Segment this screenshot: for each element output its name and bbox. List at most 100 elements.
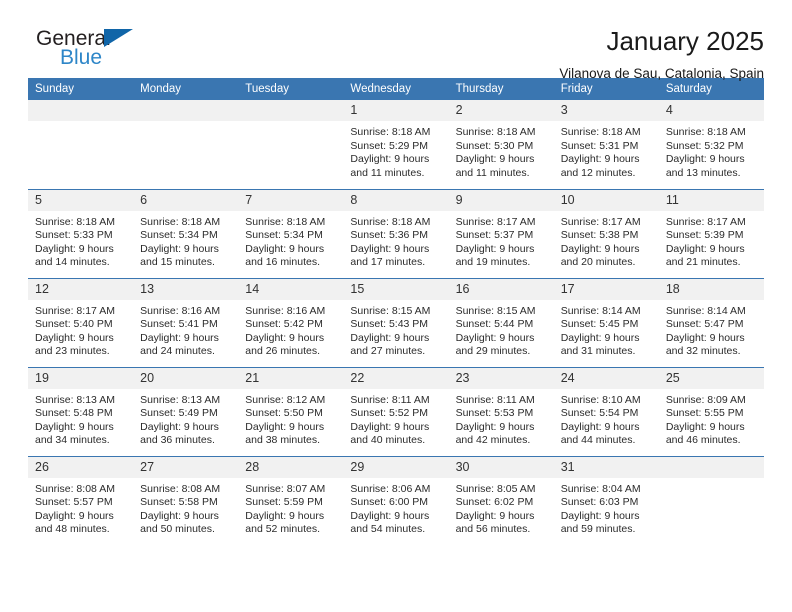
- day-details: Sunrise: 8:08 AM Sunset: 5:58 PM Daylight:…: [133, 478, 238, 537]
- daylight-text-line1: Daylight: 9 hours: [350, 242, 430, 255]
- daylight-text-line1: Daylight: 9 hours: [455, 242, 535, 255]
- weekday-header-sunday: Sunday: [28, 78, 134, 100]
- day-number: 19: [28, 367, 134, 389]
- sunset-text: Sunset: 5:37 PM: [455, 229, 534, 241]
- sunset-text: Sunset: 5:32 PM: [665, 139, 744, 152]
- calendar-day-cell[interactable]: 23 Sunrise: 8:11 AM Sunset: 5:53 PM Dayligh…: [448, 366, 554, 456]
- day-number: 7: [238, 189, 344, 211]
- sunrise-text: Sunrise: 8:18 AM: [455, 126, 536, 138]
- sunset-text: Sunset: 5:41 PM: [140, 318, 218, 330]
- sunrise-text: Sunrise: 8:10 AM: [560, 393, 641, 406]
- daylight-text-line2: and 26 minutes.: [245, 345, 320, 357]
- calendar-day-cell[interactable]: 9 Sunrise: 8:17 AM Sunset: 5:37 PM Daylight…: [448, 188, 554, 278]
- calendar-day-cell[interactable]: 21 Sunrise: 8:12 AM Sunset: 5:50 PM Dayligh…: [238, 366, 344, 456]
- sunset-text: Sunset: 5:53 PM: [455, 407, 534, 419]
- calendar-day-cell[interactable]: 1 Sunrise: 8:18 AM Sunset: 5:29 PM Daylight…: [343, 100, 449, 189]
- daylight-text-line1: Daylight: 9 hours: [245, 509, 325, 522]
- calendar-day-cell[interactable]: 7 Sunrise: 8:18 AM Sunset: 5:34 PM Daylight…: [238, 188, 344, 278]
- calendar-day-cell[interactable]: 30 Sunrise: 8:05 AM Sunset: 6:02 PM Dayligh…: [448, 455, 554, 545]
- daylight-text-line2: and 59 minutes.: [560, 523, 636, 535]
- calendar-day-cell[interactable]: 27 Sunrise: 8:08 AM Sunset: 5:58 PM Dayligh…: [133, 455, 239, 545]
- calendar-day-cell[interactable]: 10 Sunrise: 8:17 AM Sunset: 5:38 PM Dayligh…: [553, 188, 659, 278]
- daylight-text-line2: and 19 minutes.: [455, 256, 531, 268]
- calendar-day-cell[interactable]: 25 Sunrise: 8:09 AM Sunset: 5:55 PM Dayligh…: [658, 366, 764, 456]
- day-number: 1: [343, 100, 449, 121]
- day-details: Sunrise: 8:17 AM Sunset: 5:40 PM Daylight:…: [28, 300, 133, 359]
- calendar-day-cell[interactable]: 2 Sunrise: 8:18 AM Sunset: 5:30 PM Daylight…: [448, 100, 554, 189]
- calendar-day-cell[interactable]: 15 Sunrise: 8:15 AM Sunset: 5:43 PM Dayligh…: [343, 277, 449, 367]
- day-details: Sunrise: 8:18 AM Sunset: 5:34 PM Daylight:…: [238, 211, 343, 270]
- calendar-day-cell[interactable]: 8 Sunrise: 8:18 AM Sunset: 5:36 PM Daylight…: [343, 188, 449, 278]
- calendar-day-cell[interactable]: 4 Sunrise: 8:18 AM Sunset: 5:32 PM Daylight…: [658, 100, 764, 189]
- sunset-text: Sunset: 5:48 PM: [35, 407, 113, 419]
- daylight-text-line2: and 12 minutes.: [560, 166, 636, 179]
- daylight-text-line1: Daylight: 9 hours: [140, 331, 219, 344]
- sunset-text: Sunset: 5:57 PM: [35, 496, 113, 508]
- daylight-text-line2: and 14 minutes.: [35, 256, 110, 268]
- day-details: Sunrise: 8:18 AM Sunset: 5:29 PM Daylight:…: [343, 121, 448, 180]
- calendar-day-cell[interactable]: 19 Sunrise: 8:13 AM Sunset: 5:48 PM Dayligh…: [28, 366, 134, 456]
- day-number: 5: [28, 189, 134, 211]
- daylight-text-line2: and 17 minutes.: [350, 256, 426, 268]
- daylight-text-line1: Daylight: 9 hours: [350, 509, 430, 522]
- logo-text-blue: Blue: [60, 46, 103, 69]
- sunrise-text: Sunrise: 8:08 AM: [35, 482, 115, 495]
- daylight-text-line1: Daylight: 9 hours: [665, 153, 745, 165]
- day-number: 14: [238, 278, 344, 300]
- day-number: 12: [28, 278, 134, 300]
- calendar-day-cell-empty: [658, 455, 764, 545]
- sunset-text: Sunset: 5:36 PM: [350, 229, 429, 241]
- calendar-day-cell[interactable]: 14 Sunrise: 8:16 AM Sunset: 5:42 PM Dayligh…: [238, 277, 344, 367]
- day-details: Sunrise: 8:18 AM Sunset: 5:31 PM Daylight:…: [554, 121, 659, 180]
- daylight-text-line2: and 32 minutes.: [665, 345, 741, 357]
- daylight-text-line1: Daylight: 9 hours: [455, 331, 535, 344]
- sunrise-text: Sunrise: 8:17 AM: [35, 304, 115, 317]
- day-details: Sunrise: 8:06 AM Sunset: 6:00 PM Daylight:…: [343, 478, 448, 537]
- daylight-text-line2: and 29 minutes.: [455, 345, 531, 357]
- calendar-day-cell[interactable]: 18 Sunrise: 8:14 AM Sunset: 5:47 PM Dayligh…: [658, 277, 764, 367]
- calendar-day-cell[interactable]: 16 Sunrise: 8:15 AM Sunset: 5:44 PM Dayligh…: [448, 277, 554, 367]
- sunrise-text: Sunrise: 8:15 AM: [350, 304, 431, 317]
- page-title: January 2025: [606, 26, 764, 56]
- day-number: 28: [238, 456, 344, 478]
- calendar-day-cell[interactable]: 11 Sunrise: 8:17 AM Sunset: 5:39 PM Dayligh…: [658, 188, 764, 278]
- calendar-day-cell[interactable]: 17 Sunrise: 8:14 AM Sunset: 5:45 PM Dayligh…: [553, 277, 659, 367]
- daylight-text-line1: Daylight: 9 hours: [35, 420, 114, 433]
- daylight-text-line2: and 38 minutes.: [245, 434, 320, 446]
- day-number: 3: [553, 100, 659, 121]
- general-blue-logo[interactable]: General Blue: [28, 26, 148, 72]
- day-number: 9: [448, 189, 554, 211]
- calendar-day-cell[interactable]: 31 Sunrise: 8:04 AM Sunset: 6:03 PM Dayligh…: [553, 455, 659, 545]
- daylight-text-line2: and 44 minutes.: [560, 434, 636, 446]
- day-number: 30: [448, 456, 554, 478]
- sunset-text: Sunset: 5:55 PM: [665, 407, 744, 419]
- weekday-header-monday: Monday: [133, 78, 239, 100]
- daylight-text-line2: and 56 minutes.: [455, 523, 531, 535]
- sunrise-text: Sunrise: 8:04 AM: [560, 482, 641, 495]
- daylight-text-line2: and 15 minutes.: [140, 256, 215, 268]
- calendar-grid: Sunday Monday Tuesday Wednesday Thursday…: [28, 78, 764, 545]
- daylight-text-line2: and 31 minutes.: [560, 345, 636, 357]
- title-block: January 2025 Vilanova de Sau, Catalonia,…: [559, 26, 764, 83]
- calendar-day-cell[interactable]: 28 Sunrise: 8:07 AM Sunset: 5:59 PM Dayligh…: [238, 455, 344, 545]
- calendar-day-cell[interactable]: 29 Sunrise: 8:06 AM Sunset: 6:00 PM Dayligh…: [343, 455, 449, 545]
- day-number: 4: [658, 100, 764, 121]
- daylight-text-line2: and 42 minutes.: [455, 434, 531, 446]
- calendar-day-cell[interactable]: 24 Sunrise: 8:10 AM Sunset: 5:54 PM Dayligh…: [553, 366, 659, 456]
- calendar-day-cell[interactable]: 20 Sunrise: 8:13 AM Sunset: 5:49 PM Dayligh…: [133, 366, 239, 456]
- calendar-day-cell[interactable]: 5 Sunrise: 8:18 AM Sunset: 5:33 PM Daylight…: [28, 188, 134, 278]
- calendar-day-cell-empty: [238, 100, 344, 189]
- sunset-text: Sunset: 6:03 PM: [560, 496, 639, 508]
- sunset-text: Sunset: 6:02 PM: [455, 496, 534, 508]
- calendar-day-cell[interactable]: 3 Sunrise: 8:18 AM Sunset: 5:31 PM Daylight…: [553, 100, 659, 189]
- daylight-text-line1: Daylight: 9 hours: [560, 509, 640, 522]
- calendar-day-cell[interactable]: 13 Sunrise: 8:16 AM Sunset: 5:41 PM Dayligh…: [133, 277, 239, 367]
- calendar-day-cell-empty: [28, 100, 134, 189]
- calendar-day-cell[interactable]: 6 Sunrise: 8:18 AM Sunset: 5:34 PM Daylight…: [133, 188, 239, 278]
- sunrise-text: Sunrise: 8:18 AM: [665, 126, 746, 138]
- calendar-day-cell[interactable]: 12 Sunrise: 8:17 AM Sunset: 5:40 PM Dayligh…: [28, 277, 134, 367]
- calendar-day-cell[interactable]: 26 Sunrise: 8:08 AM Sunset: 5:57 PM Dayligh…: [28, 455, 134, 545]
- day-number: 27: [133, 456, 239, 478]
- day-details: Sunrise: 8:07 AM Sunset: 5:59 PM Daylight:…: [238, 478, 343, 537]
- calendar-day-cell[interactable]: 22 Sunrise: 8:11 AM Sunset: 5:52 PM Dayligh…: [343, 366, 449, 456]
